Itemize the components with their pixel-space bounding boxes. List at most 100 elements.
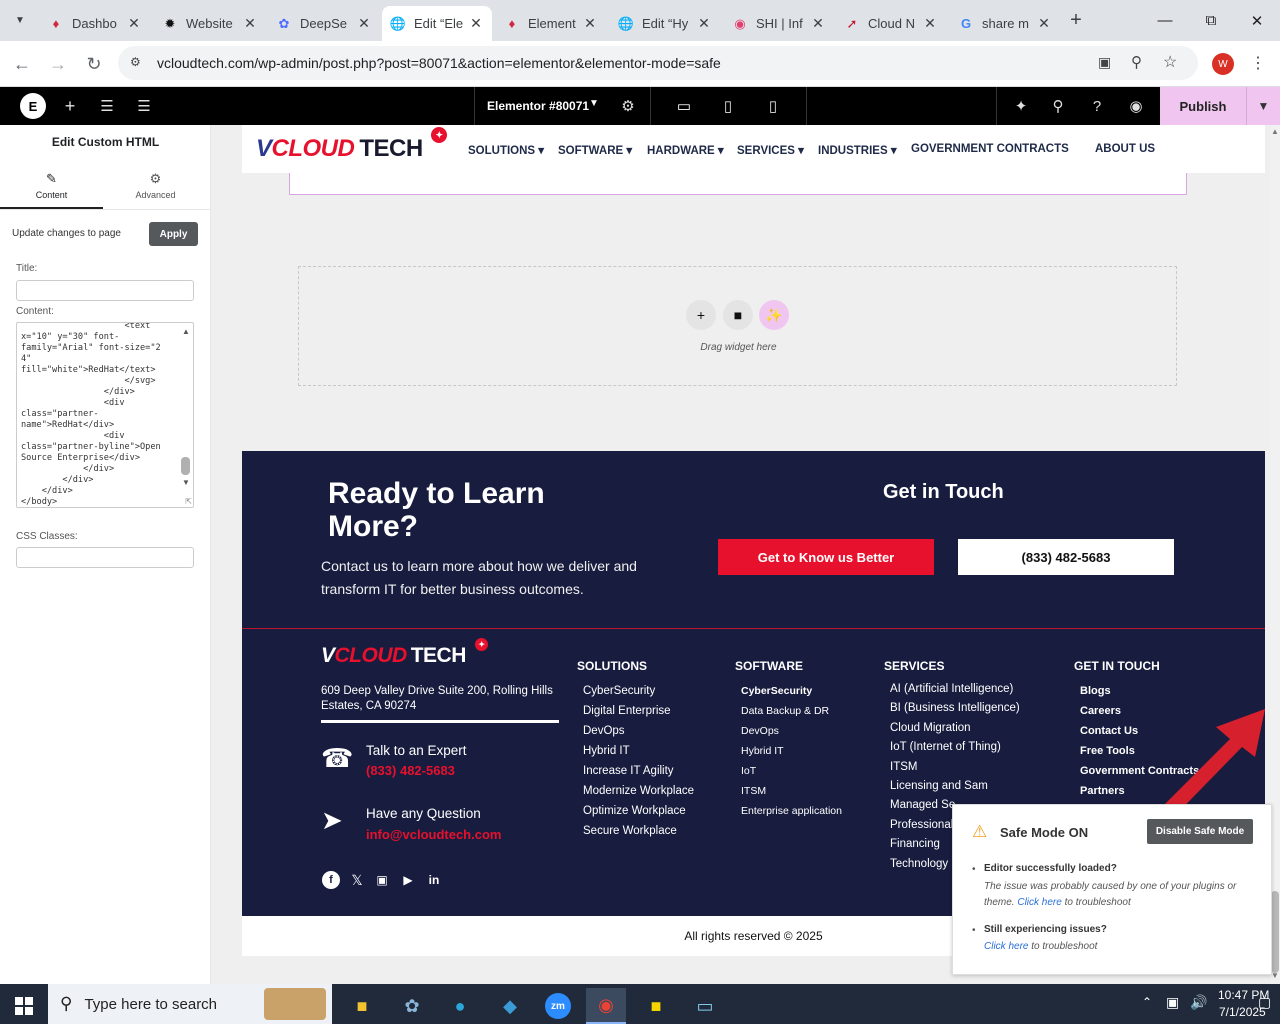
footer-link[interactable]: ITSM [741, 781, 842, 801]
footer-logo[interactable]: V CLOUD TECH ✦ [321, 638, 488, 668]
css-classes-input[interactable] [16, 547, 194, 568]
zoom-icon[interactable]: ⚲ [1131, 53, 1142, 71]
browser-menu-icon[interactable]: ⋮ [1250, 53, 1266, 73]
browser-tab[interactable]: ◉ SHI | Inf ✕ [724, 6, 834, 41]
reload-icon[interactable]: ↻ [82, 52, 106, 76]
footer-link[interactable]: Enterprise application [741, 801, 842, 821]
app-diamond-icon[interactable]: ◆ [490, 988, 530, 1024]
edge-icon[interactable]: ● [440, 988, 480, 1024]
nav-industries[interactable]: INDUSTRIES ▾ [818, 143, 897, 157]
app-icon[interactable]: ▭ [685, 988, 725, 1024]
nav-hardware[interactable]: HARDWARE ▾ [647, 143, 724, 157]
footer-link[interactable]: CyberSecurity [583, 681, 694, 701]
minimize-icon[interactable]: — [1142, 0, 1188, 41]
site-logo[interactable]: V CLOUD TECH ✦ [256, 127, 447, 163]
email-link[interactable]: info@vcloudtech.com [366, 827, 501, 842]
footer-link[interactable]: BI (Business Intelligence) [890, 699, 1020, 718]
footer-link[interactable]: Cloud Migration [890, 719, 1020, 738]
elementor-logo-icon[interactable]: E [20, 93, 46, 119]
document-title[interactable]: Elementor #80071 [487, 99, 589, 113]
restore-icon[interactable]: ⧉ [1188, 0, 1234, 41]
chrome-icon[interactable]: ◉ [586, 988, 626, 1024]
browser-tab[interactable]: ✹ Website ✕ [154, 6, 266, 41]
notification-icon[interactable]: ▢ [1258, 994, 1271, 1011]
browser-tab[interactable]: ♦ Element ✕ [496, 6, 606, 41]
close-tab-icon[interactable]: ✕ [810, 15, 826, 32]
code-editor[interactable]: <text x="10" y="30" font- family="Arial"… [16, 322, 194, 508]
close-tab-icon[interactable]: ✕ [468, 15, 484, 32]
back-icon[interactable]: ← [10, 52, 34, 76]
footer-link[interactable]: IoT [741, 761, 842, 781]
code-scrollbar[interactable]: ▲ ▼ [181, 327, 191, 503]
desktop-view-icon[interactable]: ▭ [672, 94, 696, 118]
new-tab-icon[interactable]: + [1064, 8, 1088, 32]
footer-link[interactable]: Hybrid IT [583, 741, 694, 761]
add-section-button[interactable]: + [686, 300, 716, 330]
footer-link[interactable]: Optimize Workplace [583, 801, 694, 821]
footer-link[interactable]: Blogs [1080, 681, 1199, 701]
nav-solutions[interactable]: SOLUTIONS ▾ [468, 143, 544, 157]
disable-safe-mode-button[interactable]: Disable Safe Mode [1147, 819, 1253, 844]
close-tab-icon[interactable]: ✕ [696, 15, 712, 32]
footer-link[interactable]: Increase IT Agility [583, 761, 694, 781]
code-text[interactable]: <text x="10" y="30" font- family="Arial"… [21, 323, 171, 507]
nav-services[interactable]: SERVICES ▾ [737, 143, 804, 157]
chevron-down-icon[interactable]: ▼ [589, 98, 599, 109]
nav-software[interactable]: SOFTWARE ▾ [558, 143, 632, 157]
title-input[interactable] [16, 280, 194, 301]
ai-sparkle-icon[interactable]: ✨ [759, 300, 789, 330]
close-window-icon[interactable]: ✕ [1234, 0, 1280, 41]
show-hidden-icons-chevron-icon[interactable]: ⌃ [1142, 995, 1152, 1009]
finder-search-icon[interactable]: ⚲ [1046, 94, 1070, 118]
page-settings-icon[interactable]: ⚙ [616, 94, 640, 118]
publish-options-chevron-icon[interactable]: ▼ [1246, 87, 1280, 125]
close-tab-icon[interactable]: ✕ [922, 15, 938, 32]
expert-phone-link[interactable]: (833) 482-5683 [366, 763, 455, 778]
site-info-icon[interactable]: ⚙ [130, 55, 141, 69]
nav-about-us[interactable]: ABOUT US [1095, 143, 1155, 155]
file-explorer-icon[interactable]: ■ [342, 988, 382, 1024]
help-icon[interactable]: ? [1085, 94, 1109, 118]
app-icon[interactable]: ✿ [392, 988, 432, 1024]
footer-link[interactable]: ITSM [890, 758, 1020, 777]
close-tab-icon[interactable]: ✕ [1036, 15, 1052, 32]
browser-tab[interactable]: 🌐 Edit “Hy ✕ [610, 6, 720, 41]
footer-link[interactable]: DevOps [741, 721, 842, 741]
widget-dropzone[interactable]: + ■ ✨ Drag widget here [298, 266, 1177, 386]
structure-icon[interactable]: ☰ [132, 94, 156, 118]
youtube-icon[interactable]: ▶ [399, 871, 417, 889]
volume-icon[interactable]: 🔊 [1190, 994, 1207, 1011]
close-tab-icon[interactable]: ✕ [242, 15, 258, 32]
mobile-view-icon[interactable]: ▯ [761, 94, 785, 118]
footer-link[interactable]: Hybrid IT [741, 741, 842, 761]
x-twitter-icon[interactable]: 𝕏 [348, 871, 366, 889]
preview-eye-icon[interactable]: ◉ [1124, 94, 1148, 118]
taskbar-search-box[interactable]: ⚲ Type here to search [48, 984, 332, 1024]
footer-link[interactable]: Data Backup & DR [741, 701, 842, 721]
browser-tab[interactable]: ✿ DeepSe ✕ [268, 6, 380, 41]
address-bar[interactable]: ⚙ vcloudtech.com/wp-admin/post.php?post=… [118, 46, 1198, 80]
forward-icon[interactable]: → [46, 52, 70, 76]
apply-button[interactable]: Apply [149, 222, 198, 246]
footer-link[interactable]: Secure Workplace [583, 821, 694, 841]
linkedin-icon[interactable]: in [425, 871, 443, 889]
tab-content[interactable]: ✎ Content [0, 169, 103, 209]
camera-blocked-icon[interactable]: ▣ [1098, 54, 1111, 71]
facebook-icon[interactable]: f [322, 871, 340, 889]
url-text[interactable]: vcloudtech.com/wp-admin/post.php?post=80… [157, 55, 721, 71]
zoom-app-icon[interactable]: zm [538, 988, 578, 1024]
footer-link[interactable]: DevOps [583, 721, 694, 741]
selected-widget-outline[interactable] [289, 173, 1187, 195]
sticky-notes-icon[interactable]: ■ [636, 988, 676, 1024]
tab-search-button[interactable]: ▼ [8, 8, 32, 32]
footer-link[interactable]: Digital Enterprise [583, 701, 694, 721]
get-to-know-us-button[interactable]: Get to Know us Better [718, 539, 934, 575]
footer-link[interactable]: AI (Artificial Intelligence) [890, 680, 1020, 699]
site-settings-icon[interactable]: ☰ [95, 94, 119, 118]
notes-icon[interactable]: ✦ [1009, 94, 1033, 118]
add-element-icon[interactable]: + [58, 94, 82, 118]
network-icon[interactable]: ▣ [1166, 994, 1179, 1011]
troubleshoot-link[interactable]: Click here [984, 941, 1028, 952]
footer-link[interactable]: CyberSecurity [741, 681, 842, 701]
close-tab-icon[interactable]: ✕ [356, 15, 372, 32]
